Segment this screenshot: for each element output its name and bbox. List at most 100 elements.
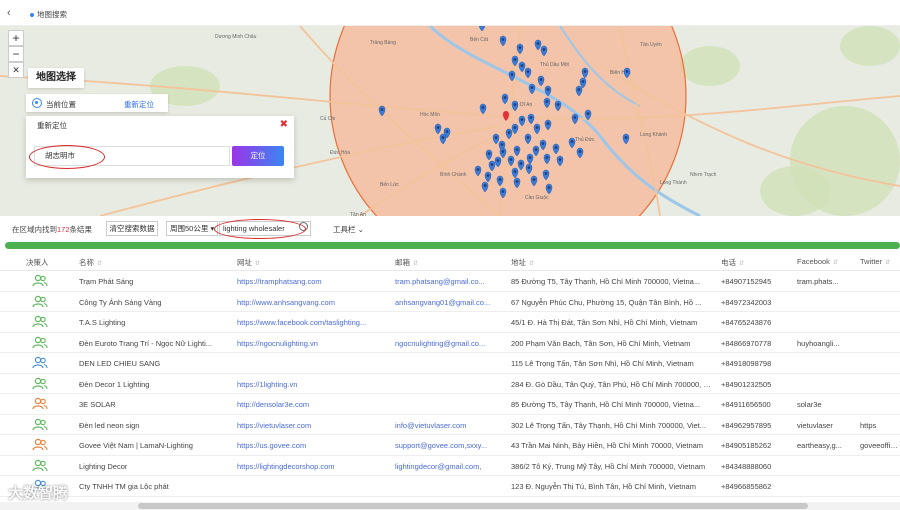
cell-phone: +84765243876 [721,318,772,327]
cell-phone: +84907152945 [721,277,772,286]
tab-map-search[interactable]: 地图搜索 [30,9,67,20]
range-select[interactable]: 周围50公里 ▾ [166,221,218,236]
cell-phone: +84348888060 [721,461,772,471]
watermark: 大数智腾 [8,485,69,502]
table-row[interactable]: T.A.S Lighting https://www.facebook.com/t… [0,312,900,333]
map-view[interactable]: Trảng Bàng Dương Minh Châu Tân Uyên Bến Cát… [0,26,900,216]
cell-email[interactable]: tram.phatsang@gmail.co... [395,277,485,286]
sort-icon[interactable]: ⇵ [255,261,260,267]
column-header[interactable]: 决策人 [26,257,49,268]
decision-maker-icon[interactable] [32,438,48,452]
column-header[interactable]: Facebook ⇵ [797,257,838,266]
cell-facebook: huyhoangli... [797,338,840,348]
cell-name: Đèn led neon sign [79,420,140,430]
cell-url[interactable]: https://ngocnulighting.vn [237,339,318,348]
table-row[interactable]: Đèn Decor 1 Lighting https://1lighting.vn… [0,374,900,394]
cell-email[interactable]: ngocnulighting@gmail.co... [395,339,485,348]
cell-facebook: eartheasy,g... [797,441,842,450]
back-icon[interactable]: ‹ [7,7,17,19]
cell-url[interactable]: http://densolar3e.com [237,400,309,409]
cell-facebook: tram.phats... [797,277,839,286]
sort-icon[interactable]: ⇵ [833,260,838,266]
city-highlight-mark [29,145,105,169]
green-area [680,46,740,86]
decision-maker-icon[interactable] [32,315,48,329]
decision-maker-icon[interactable] [32,356,48,370]
cell-phone: +84866970778 [721,338,772,348]
column-header[interactable]: 名称 ⇵ [79,257,102,268]
cell-email[interactable]: support@govee.com,sxxy... [395,441,487,450]
sort-icon[interactable]: ⇵ [529,261,534,267]
column-header-label: 电话 [721,258,736,267]
table-row[interactable]: DEN LED CHIEU SANG 115 Lê Trọng Tấn, Tân … [0,353,900,374]
map-place-label: Bến Cát [470,37,489,43]
current-location-label: 当前位置 [46,100,76,109]
cell-email[interactable]: lightingdecor@gmail.com, [395,462,481,471]
sort-icon[interactable]: ⇵ [97,261,102,267]
map-place-label: Trảng Bàng [370,40,396,46]
decision-maker-icon[interactable] [32,418,48,432]
sort-icon[interactable]: ⇵ [739,261,744,267]
relocate-link[interactable]: 重新定位 [124,99,154,110]
table-row[interactable]: Cty TNHH TM gia Lộc phát 123 Đ. Nguyễn Th… [0,476,900,497]
column-header-label: 决策人 [26,258,49,267]
column-header[interactable]: 电话 ⇵ [721,257,744,268]
map-place-label: Dĩ An [520,102,532,108]
cell-url[interactable]: https://us.govee.com [237,441,306,450]
table-row[interactable]: Lighting Decor https://lightingdecorshop.… [0,456,900,476]
table-header: 决策人 名称 ⇵ 网址 ⇵ 邮箱 ⇵ 地址 ⇵ 电话 ⇵ Facebook ⇵ Twitter ⇵ [0,251,900,271]
column-header-label: Twitter [860,257,883,266]
sort-icon[interactable]: ⇵ [413,261,418,267]
cell-url[interactable]: https://vietuvlaser.com [237,421,311,430]
column-header[interactable]: 网址 ⇵ [237,257,260,268]
table-row[interactable]: Đèn led neon sign https://vietuvlaser.com… [0,415,900,435]
progress-bar [5,242,900,249]
map-place-label: Hóc Môn [420,112,440,118]
cell-url[interactable]: http://www.anhsangvang.com [237,298,335,307]
cell-url[interactable]: https://tramphatsang.com [237,277,322,286]
zoom-out-button[interactable]: − [8,46,24,62]
result-summary: 在区域内找到172条结果 [12,224,92,235]
scroll-thumb[interactable] [138,503,808,509]
column-header[interactable]: Twitter ⇵ [860,257,890,266]
cell-phone: +84901232505 [721,379,772,389]
zoom-in-button[interactable]: + [8,30,24,46]
map-place-label: Thủ Dầu Một [540,61,570,68]
sort-icon[interactable]: ⇵ [885,260,890,266]
decision-maker-icon[interactable] [32,336,48,350]
column-header[interactable]: 地址 ⇵ [511,257,534,268]
cell-address: 67 Nguyễn Phúc Chu, Phường 15, Quận Tân … [511,297,702,307]
toolbar-menu[interactable]: 工具栏 ⌄ [333,224,364,235]
clear-search-button[interactable]: 清空搜索数据 [106,221,158,236]
table-row[interactable]: Govee Việt Nam | LamaN-Lighting https://u… [0,435,900,456]
cell-name: Công Ty Ánh Sáng Vàng [79,297,162,307]
fullscreen-icon[interactable]: ✕ [8,62,24,78]
decision-maker-icon[interactable] [32,295,48,309]
decision-maker-icon[interactable] [32,377,48,391]
cell-url[interactable]: https://lightingdecorshop.com [237,462,335,471]
table-row[interactable]: 3E SOLAR http://densolar3e.com 85 Đường T5… [0,394,900,415]
chevron-down-icon: ⌄ [357,225,364,234]
close-icon[interactable]: ✖ [280,119,288,130]
table-row[interactable]: Công Ty Ánh Sáng Vàng http://www.anhsangv… [0,292,900,312]
horizontal-scrollbar[interactable] [0,502,900,510]
decision-maker-icon[interactable] [32,459,48,473]
green-area [760,166,830,216]
column-header-label: 邮箱 [395,258,410,267]
table-row[interactable]: Trạm Phát Sáng https://tramphatsang.com tr… [0,271,900,292]
cell-address: 386/2 Tô Ký, Trung Mỹ Tây, Hồ Chí Minh 7… [511,461,706,471]
cell-url[interactable]: https://1lighting.vn [237,380,297,389]
range-select-value: 周围50公里 [170,224,209,233]
locate-button[interactable]: 定位 [232,146,284,166]
map-place-label: Dương Minh Châu [215,34,257,40]
table-row[interactable]: Đèn Euroto Trang Trí - Ngọc Nữ Lighti...… [0,333,900,353]
decision-maker-icon[interactable] [32,397,48,411]
cell-email[interactable]: anhsangvang01@gmail.co... [395,298,490,307]
cell-email[interactable]: info@vietuvlaser.com [395,421,466,430]
column-header[interactable]: 邮箱 ⇵ [395,257,418,268]
cell-address: 302 Lê Trọng Tấn, Tây Thạnh, Hồ Chí Minh… [511,420,706,430]
cell-url[interactable]: https://www.facebook.com/taslighting... [237,318,366,327]
cell-name: 3E SOLAR [79,400,116,409]
tab-label: 地图搜索 [37,10,67,19]
decision-maker-icon[interactable] [32,274,48,288]
